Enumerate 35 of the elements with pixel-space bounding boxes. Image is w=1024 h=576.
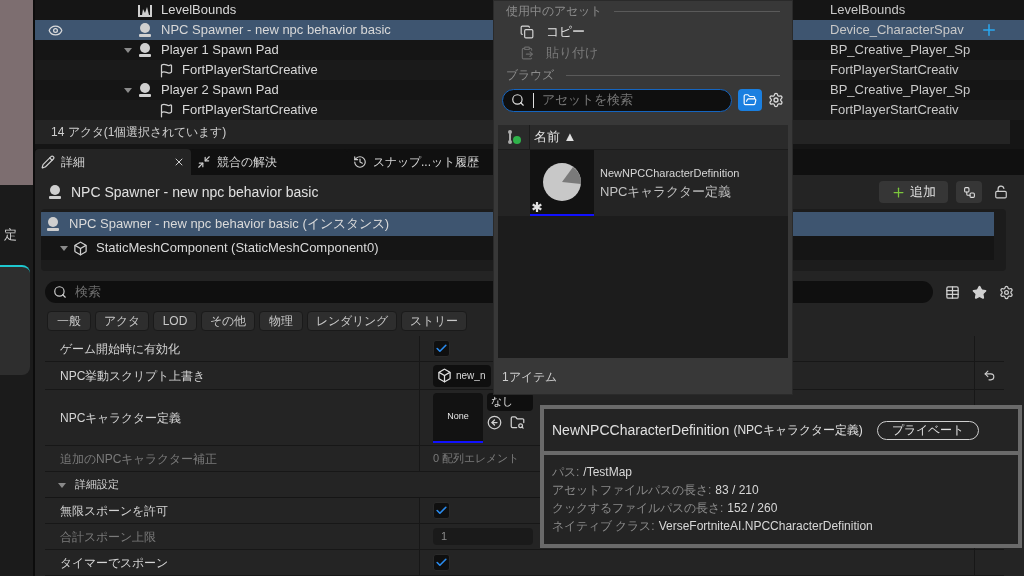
menu-section-header: ブラウズ xyxy=(506,67,554,84)
property-label: NPC挙動スクリプト上書き xyxy=(60,367,206,385)
info-label: アセットファイルパスの長さ: xyxy=(552,482,712,499)
actor-label: Player 1 Spawn Pad xyxy=(161,41,279,60)
actor-type: BP_Creative_Player_Sp xyxy=(830,41,972,60)
details-title: NPC Spawner - new npc behavior basic xyxy=(71,182,319,202)
property-label: 無限スポーンを許可 xyxy=(60,502,168,520)
array-count: 0 配列エレメント xyxy=(433,451,520,467)
actor-label: NPC Spawner - new npc behavior basic xyxy=(161,21,391,40)
info-value: VerseFortniteAI.NPCCharacterDefinition xyxy=(658,518,873,535)
actor-type: LevelBounds xyxy=(830,1,907,20)
actor-label: Player 2 Spawn Pad xyxy=(161,81,279,100)
property-label: ゲーム開始時に有効化 xyxy=(60,340,180,358)
tooltip-title: NewNPCCharacterDefinition xyxy=(552,420,730,440)
actor-type: BP_Creative_Player_Sp xyxy=(830,81,972,100)
property-label: 合計スポーン上限 xyxy=(60,528,156,546)
info-label: クックするファイルパスの長さ: xyxy=(552,500,724,517)
asset-name: NewNPCCharacterDefinition xyxy=(600,165,740,181)
actor-label: LevelBounds xyxy=(161,1,237,20)
actor-type: FortPlayerStartCreativ xyxy=(830,61,960,80)
tooltip-subtitle: (NPCキャラクター定義) xyxy=(733,422,863,439)
menu-section-header: 使用中のアセット xyxy=(506,3,602,20)
property-label: タイマーでスポーン xyxy=(60,554,168,572)
info-label: ネイティブ クラス: xyxy=(552,518,655,535)
asset-type: NPCキャラクター定義 xyxy=(600,183,733,201)
actor-type: Device_CharacterSpav xyxy=(830,21,965,40)
actor-label: FortPlayerStartCreative xyxy=(182,101,318,120)
settings-label: 定 xyxy=(3,226,18,245)
property-label: 追加のNPCキャラクター補正 xyxy=(60,450,218,468)
info-value: 83 / 210 xyxy=(715,482,759,499)
item-count: 1アイテム xyxy=(501,369,558,386)
info-value: 152 / 260 xyxy=(727,500,778,517)
property-label: NPCキャラクター定義 xyxy=(60,409,182,427)
actor-label: FortPlayerStartCreative xyxy=(182,61,318,80)
actor-type: FortPlayerStartCreativ xyxy=(830,101,960,120)
